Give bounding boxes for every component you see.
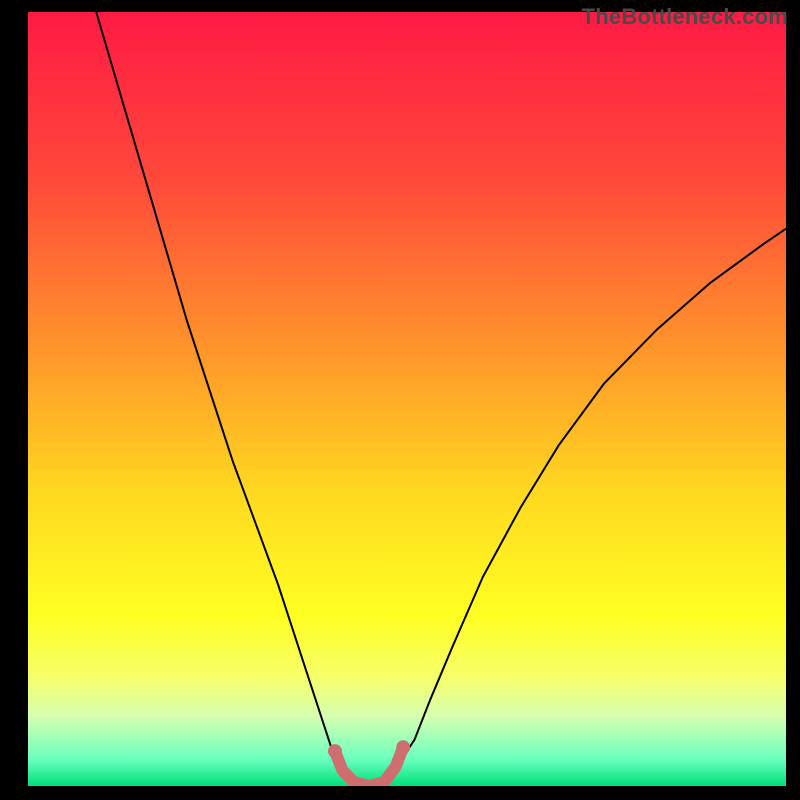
marker-0 [328, 744, 342, 758]
chart-background [28, 12, 786, 786]
chart-frame: TheBottleneck.com [0, 0, 800, 800]
chart-svg [28, 12, 786, 786]
chart-plot-area [28, 12, 786, 786]
marker-1 [396, 740, 410, 754]
watermark-label: TheBottleneck.com [582, 4, 788, 30]
